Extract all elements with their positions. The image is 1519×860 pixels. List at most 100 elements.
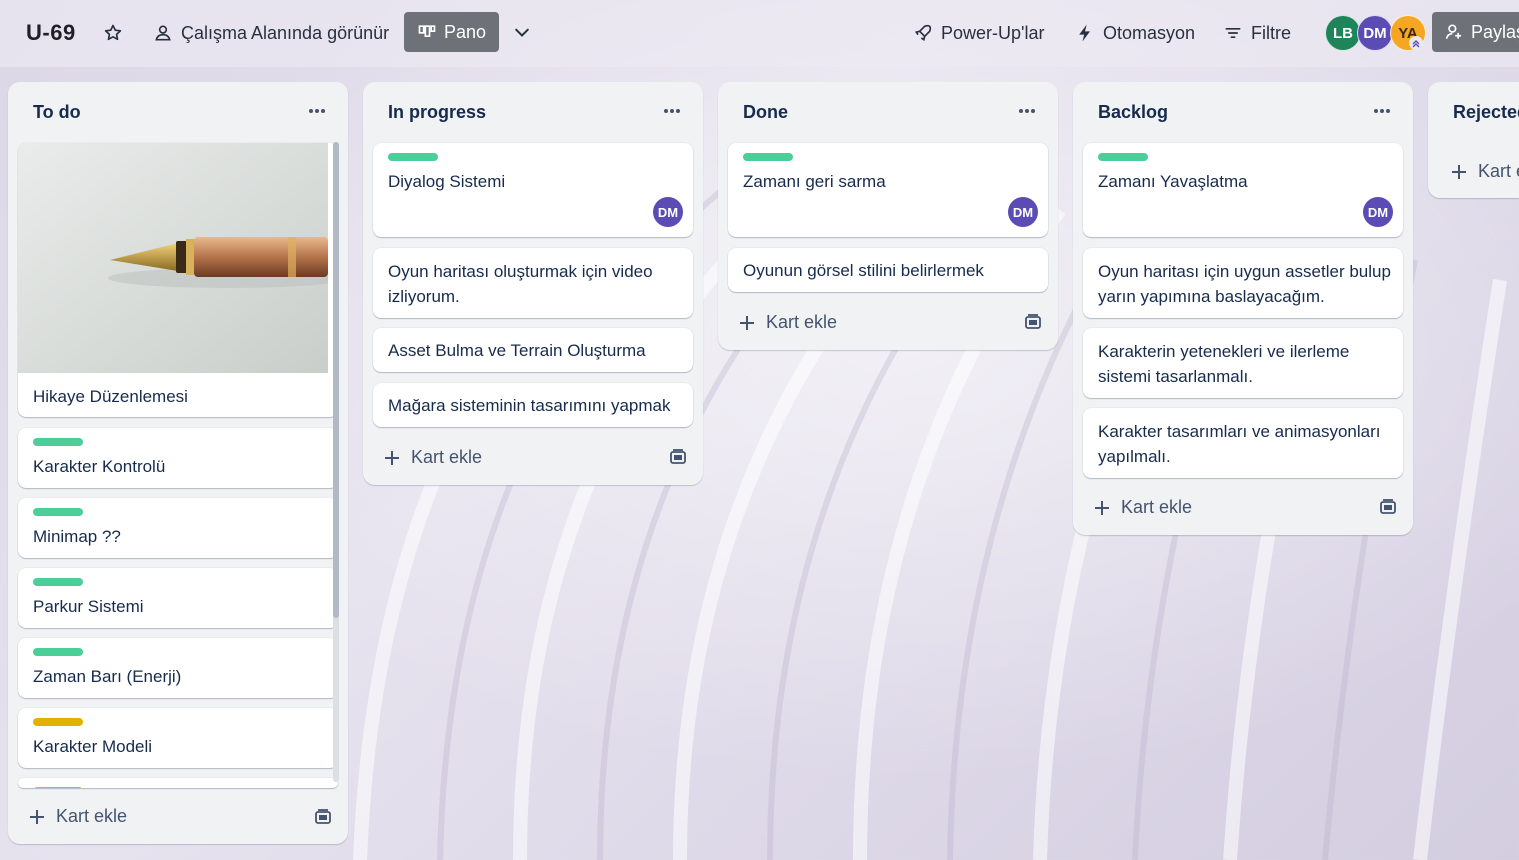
list-title[interactable]: In progress xyxy=(388,102,486,123)
add-card-label: Kart ekle xyxy=(1121,497,1193,517)
list-menu-button[interactable] xyxy=(1371,100,1393,122)
avatar[interactable]: LB xyxy=(1325,15,1361,51)
plus-icon xyxy=(385,450,399,465)
card-title: Zamanı Yavaşlatma xyxy=(1098,172,1248,191)
automation-button[interactable]: Otomasyon xyxy=(1075,13,1195,53)
list-title[interactable]: Done xyxy=(743,102,788,123)
list-title[interactable]: Rejected xyxy=(1453,102,1519,123)
list-title[interactable]: To do xyxy=(33,102,81,123)
add-card-label: Kart ekle xyxy=(1478,161,1519,181)
powerups-button[interactable]: Power-Up'lar xyxy=(913,13,1044,53)
card-member-avatar[interactable]: DM xyxy=(1363,197,1393,227)
card[interactable]: Oyun haritası için uygun assetler bulup … xyxy=(1083,248,1403,318)
card[interactable]: Parkur Sistemi xyxy=(18,568,338,628)
card[interactable]: Zamanı geri sarma DM xyxy=(728,143,1048,237)
card-title: Karakter Kontrolü xyxy=(33,457,166,476)
create-from-template-icon[interactable] xyxy=(1379,498,1397,516)
card[interactable]: Oyunun görsel stilini belirlermek xyxy=(728,248,1048,292)
chevron-down-icon xyxy=(515,28,529,37)
card-label-green[interactable] xyxy=(33,648,83,656)
card-title: Karakter Modeli xyxy=(33,737,153,756)
plus-icon xyxy=(740,315,754,330)
card-title: Parkur Sistemi xyxy=(33,597,144,616)
filter-button[interactable]: Filtre xyxy=(1223,13,1291,53)
card-label-green[interactable] xyxy=(33,438,83,446)
list-to-do: To do Hikaye Düzenlemesi Karakter Kontro… xyxy=(8,82,348,844)
automation-label: Otomasyon xyxy=(1103,22,1196,43)
card-member-avatar[interactable]: DM xyxy=(1008,197,1038,227)
visibility-button[interactable]: Çalışma Alanında görünür xyxy=(153,13,389,53)
card-label-green[interactable] xyxy=(33,508,83,516)
avatar[interactable]: DM xyxy=(1357,15,1393,51)
more-icon xyxy=(309,109,325,113)
plus-icon xyxy=(30,809,44,824)
card-title: Karakter tasarımları ve animasyonları ya… xyxy=(1098,422,1381,466)
share-button[interactable]: Paylaş xyxy=(1432,12,1519,52)
rocket-icon xyxy=(914,24,932,42)
card-label-green[interactable] xyxy=(743,153,793,161)
card-title: Mağara sisteminin tasarımını yapmak xyxy=(388,396,671,415)
board-view-icon xyxy=(418,25,436,37)
card[interactable]: Karakter Kontrolü xyxy=(18,428,338,488)
list-in-progress: In progress Diyalog Sistemi DM Oyun hari… xyxy=(363,82,703,485)
card-title: Asset Bulma ve Terrain Oluşturma xyxy=(388,341,646,360)
workspace-members-icon xyxy=(155,25,171,41)
add-card-button[interactable]: Kart ekle xyxy=(1450,161,1519,182)
scrollbar-thumb[interactable] xyxy=(333,142,339,618)
card[interactable]: Diyalog Sistemi DM xyxy=(373,143,693,237)
add-card-button[interactable]: Kart ekle xyxy=(28,806,127,827)
card[interactable]: Zaman Barı (Enerji) xyxy=(18,638,338,698)
visibility-label: Çalışma Alanında görünür xyxy=(181,22,390,43)
card-title: Karakterin yetenekleri ve ilerleme siste… xyxy=(1098,342,1350,386)
create-from-template-icon[interactable] xyxy=(1024,313,1042,331)
list-backlog: Backlog Zamanı Yavaşlatma DM Oyun harita… xyxy=(1073,82,1413,535)
list-menu-button[interactable] xyxy=(661,100,683,122)
lightning-icon xyxy=(1079,24,1090,42)
list-menu-button[interactable] xyxy=(306,100,328,122)
list-rejected: Rejected Kart ekle xyxy=(1428,82,1519,198)
card-label-green[interactable] xyxy=(1098,153,1148,161)
view-switcher-button[interactable] xyxy=(512,13,532,53)
card-title: Oyun haritası oluşturmak için video izli… xyxy=(388,262,653,306)
list-menu-button[interactable] xyxy=(1016,100,1038,122)
card[interactable]: Oyun haritası oluşturmak için video izli… xyxy=(373,248,693,318)
more-icon xyxy=(1019,109,1035,113)
card[interactable]: Karakter tasarımları ve animasyonları ya… xyxy=(1083,408,1403,478)
view-label: Pano xyxy=(443,21,487,42)
create-from-template-icon[interactable] xyxy=(314,808,332,826)
add-person-icon xyxy=(1445,24,1462,39)
filter-label: Filtre xyxy=(1251,22,1291,43)
powerups-label: Power-Up'lar xyxy=(941,22,1045,43)
card-partial[interactable] xyxy=(18,778,338,788)
card[interactable]: Karakter Modeli xyxy=(18,708,338,768)
more-icon xyxy=(1374,109,1390,113)
card[interactable]: Asset Bulma ve Terrain Oluşturma xyxy=(373,328,693,372)
card-member-avatar[interactable]: DM xyxy=(653,197,683,227)
board-title[interactable]: U-69 xyxy=(26,20,76,46)
card[interactable]: Mağara sisteminin tasarımını yapmak xyxy=(373,383,693,427)
add-card-label: Kart ekle xyxy=(766,312,838,332)
card-title: Minimap ?? xyxy=(33,527,121,546)
card[interactable]: Zamanı Yavaşlatma DM xyxy=(1083,143,1403,237)
create-from-template-icon[interactable] xyxy=(669,448,687,466)
card-label-yellow[interactable] xyxy=(33,787,83,788)
card-label-yellow[interactable] xyxy=(33,718,83,726)
view-board-button[interactable]: Pano xyxy=(404,12,499,52)
card[interactable]: Karakterin yetenekleri ve ilerleme siste… xyxy=(1083,328,1403,398)
card-title: Oyun haritası için uygun assetler bulup … xyxy=(1098,262,1391,306)
list-scrollbar[interactable] xyxy=(333,142,339,782)
card-title: Zaman Barı (Enerji) xyxy=(33,667,182,686)
more-icon xyxy=(664,109,680,113)
list-title[interactable]: Backlog xyxy=(1098,102,1168,123)
card[interactable]: Hikaye Düzenlemesi xyxy=(18,143,338,417)
add-card-button[interactable]: Kart ekle xyxy=(383,447,482,468)
card-label-green[interactable] xyxy=(388,153,438,161)
add-card-button[interactable]: Kart ekle xyxy=(1093,497,1192,518)
card-cover-image xyxy=(18,143,328,373)
card-title: Zamanı geri sarma xyxy=(743,172,886,191)
add-card-button[interactable]: Kart ekle xyxy=(738,312,837,333)
card-label-green[interactable] xyxy=(33,578,83,586)
card[interactable]: Minimap ?? xyxy=(18,498,338,558)
add-card-label: Kart ekle xyxy=(411,447,483,467)
star-button[interactable] xyxy=(103,13,123,53)
